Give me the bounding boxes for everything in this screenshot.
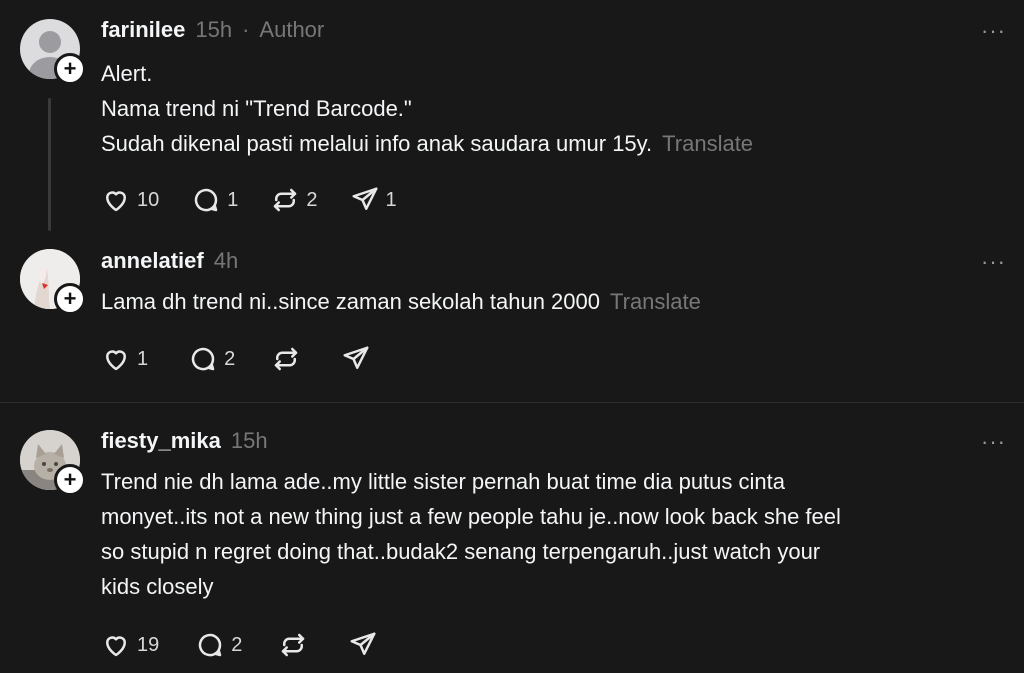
avatar-annelatief[interactable]: + [20, 249, 86, 315]
timestamp: 4h [213, 248, 239, 273]
reply-button[interactable]: 1 [191, 185, 238, 215]
repost-icon [282, 633, 305, 657]
reply-button[interactable]: 2 [195, 630, 242, 660]
reply-button[interactable]: 2 [188, 344, 235, 374]
heart-icon [106, 191, 126, 212]
post-annelatief: + annelatief 4h ··· Lama dh trend ni..si… [0, 240, 1024, 402]
like-button[interactable]: 19 [101, 630, 159, 660]
text-line: Alert. [101, 61, 153, 86]
reply-count: 2 [224, 347, 236, 370]
thread-line [48, 98, 51, 231]
username[interactable]: fiesty_mika [101, 428, 221, 454]
follow-plus-icon[interactable]: + [54, 464, 86, 496]
comment-icon [199, 633, 222, 657]
heart-icon [106, 636, 126, 657]
share-count: 1 [385, 188, 397, 211]
repost-count: 2 [306, 188, 318, 211]
text-line: Sudah dikenal pasti melalui info anak sa… [101, 131, 653, 156]
timestamp: 15h [195, 17, 233, 42]
repost-icon [275, 347, 298, 371]
share-icon [350, 632, 376, 655]
repost-button[interactable]: 2 [270, 185, 318, 215]
repost-icon [274, 188, 297, 212]
post-header: annelatief 4h [101, 248, 238, 274]
post-fiesty-mika: + fiesty_mika 15h ··· Trend nie dh lama … [0, 403, 1024, 673]
post-farinilee: + farinilee 15h · Author ··· Alert. Nama… [0, 0, 1024, 240]
text-line: Lama dh trend ni..since zaman sekolah ta… [101, 289, 600, 314]
like-button[interactable]: 10 [101, 185, 159, 215]
separator: · [242, 17, 250, 42]
heart-icon [106, 350, 126, 371]
like-count: 10 [137, 188, 160, 211]
text-line: kids closely [101, 574, 214, 599]
avatar-fiesty-mika[interactable]: + [20, 430, 86, 496]
timestamp: 15h [230, 428, 268, 453]
more-options-icon[interactable]: ··· [981, 18, 1006, 44]
text-line: Nama trend ni "Trend Barcode." [101, 96, 412, 121]
share-button[interactable]: 1 [350, 185, 397, 215]
translate-link[interactable]: Translate [662, 131, 753, 156]
translate-link[interactable]: Translate [610, 289, 701, 314]
more-options-icon[interactable]: ··· [981, 429, 1006, 455]
more-options-icon[interactable]: ··· [981, 249, 1006, 275]
action-bar: 19 2 [101, 630, 410, 660]
repost-button[interactable] [271, 344, 301, 374]
username[interactable]: annelatief [101, 248, 204, 274]
avatar-farinilee[interactable]: + [20, 19, 86, 85]
comment-icon [195, 188, 218, 212]
reply-count: 1 [227, 188, 239, 211]
share-icon [352, 187, 377, 210]
post-header: farinilee 15h · Author [101, 17, 324, 43]
reply-count: 2 [231, 633, 243, 656]
follow-plus-icon[interactable]: + [54, 53, 86, 85]
post-header: fiesty_mika 15h [101, 428, 268, 454]
post-text: Lama dh trend ni..since zaman sekolah ta… [101, 284, 984, 319]
share-button[interactable] [348, 630, 378, 660]
like-button[interactable]: 1 [101, 344, 148, 374]
comment-icon [191, 347, 215, 371]
post-text: Trend nie dh lama ade..my little sister … [101, 464, 984, 604]
share-icon [343, 346, 369, 369]
repost-button[interactable] [278, 630, 308, 660]
username[interactable]: farinilee [101, 17, 185, 43]
action-bar: 1 2 [101, 344, 403, 374]
action-bar: 10 1 2 1 [101, 185, 429, 215]
share-button[interactable] [341, 344, 371, 374]
like-count: 1 [137, 347, 149, 370]
text-line: monyet..its not a new thing just a few p… [101, 504, 841, 529]
text-line: Trend nie dh lama ade..my little sister … [101, 469, 785, 494]
text-line: so stupid n regret doing that..budak2 se… [101, 539, 821, 564]
like-count: 19 [137, 633, 160, 656]
post-text: Alert. Nama trend ni "Trend Barcode." Su… [101, 56, 984, 161]
follow-plus-icon[interactable]: + [54, 283, 86, 315]
author-badge: Author [259, 17, 325, 42]
